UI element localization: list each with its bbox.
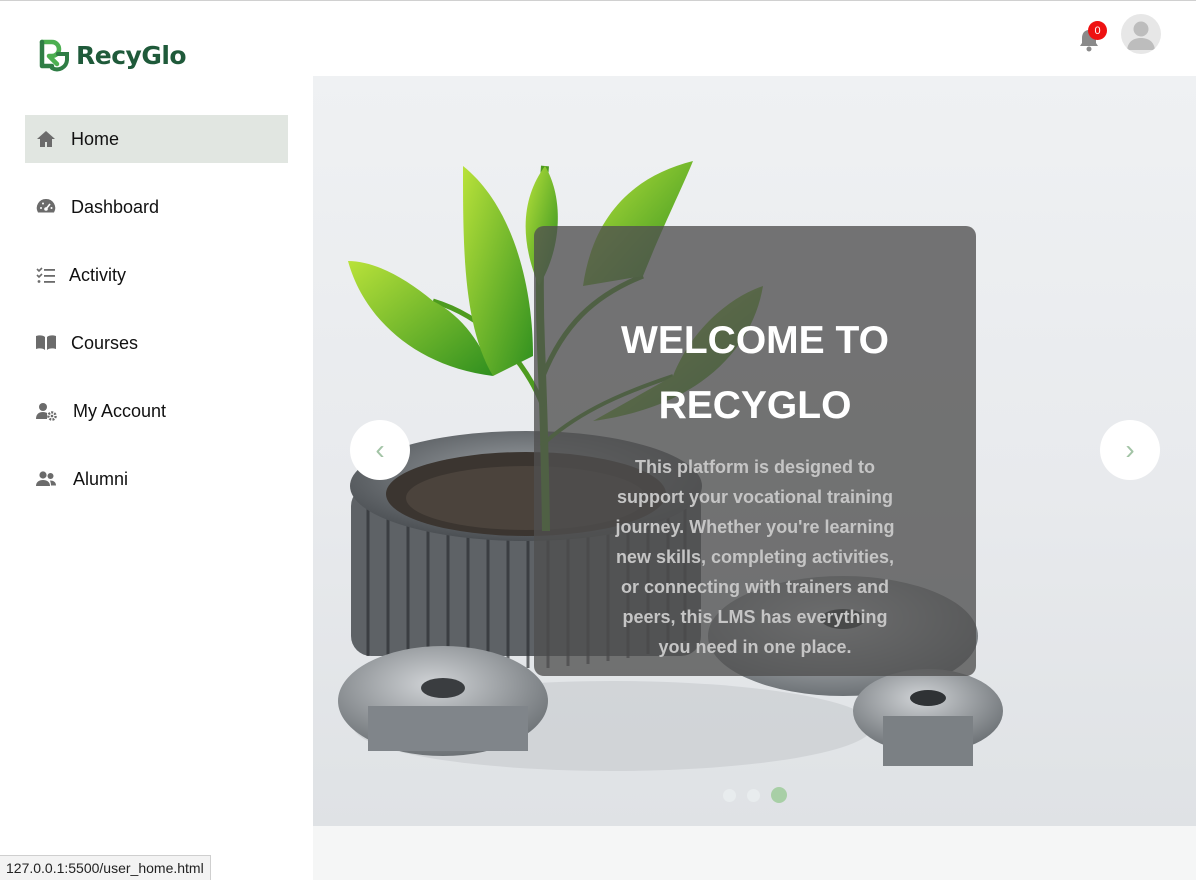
welcome-caption: WELCOME TO RECYGLO This platform is desi…: [534, 226, 976, 676]
brand-name: RecyGlo: [76, 40, 187, 70]
carousel-dot-2[interactable]: [747, 788, 760, 802]
carousel-dot-3[interactable]: [771, 787, 787, 803]
chevron-right-icon: ›: [1125, 434, 1135, 465]
content-area: [313, 826, 1196, 880]
sidebar-item-label: Dashboard: [71, 196, 160, 217]
top-border: [0, 0, 1196, 1]
welcome-description: This platform is designed to support you…: [615, 457, 895, 657]
carousel-dot-1[interactable]: [723, 788, 736, 802]
user-avatar-icon: [1127, 21, 1155, 50]
carousel-prev-button[interactable]: ‹: [350, 420, 410, 480]
sidebar-item-my-account[interactable]: My Account: [25, 387, 288, 435]
sidebar-item-home[interactable]: Home: [25, 115, 288, 163]
gauge-icon: [36, 198, 56, 213]
sidebar-nav: Home Dashboard Activity Courses My Accou…: [25, 115, 288, 523]
sidebar-item-label: Alumni: [73, 468, 129, 489]
hero-carousel: WELCOME TO RECYGLO This platform is desi…: [313, 76, 1196, 826]
brand-logo[interactable]: RecyGlo: [38, 38, 187, 72]
carousel-indicators: [723, 787, 787, 803]
welcome-title: WELCOME TO RECYGLO: [621, 319, 889, 427]
book-icon: [36, 335, 56, 350]
sidebar-item-courses[interactable]: Courses: [25, 319, 288, 367]
chevron-left-icon: ‹: [375, 434, 385, 465]
checklist-icon: [36, 267, 55, 283]
sidebar-item-label: My Account: [73, 400, 167, 421]
sidebar-item-label: Courses: [71, 332, 139, 353]
user-gear-icon: [36, 403, 57, 421]
users-icon: [36, 471, 56, 486]
carousel-next-button[interactable]: ›: [1100, 420, 1160, 480]
notification-count-badge: 0: [1088, 21, 1107, 40]
recyglo-logo-icon: [39, 39, 69, 72]
sidebar-item-alumni[interactable]: Alumni: [25, 455, 288, 503]
home-icon: [37, 131, 55, 147]
browser-status-url: 127.0.0.1:5500/user_home.html: [0, 855, 211, 880]
sidebar-item-label: Home: [71, 128, 120, 149]
sidebar-item-activity[interactable]: Activity: [25, 251, 288, 299]
sidebar-item-label: Activity: [69, 264, 127, 285]
sidebar-item-dashboard[interactable]: Dashboard: [25, 183, 288, 231]
user-avatar[interactable]: [1121, 14, 1161, 54]
